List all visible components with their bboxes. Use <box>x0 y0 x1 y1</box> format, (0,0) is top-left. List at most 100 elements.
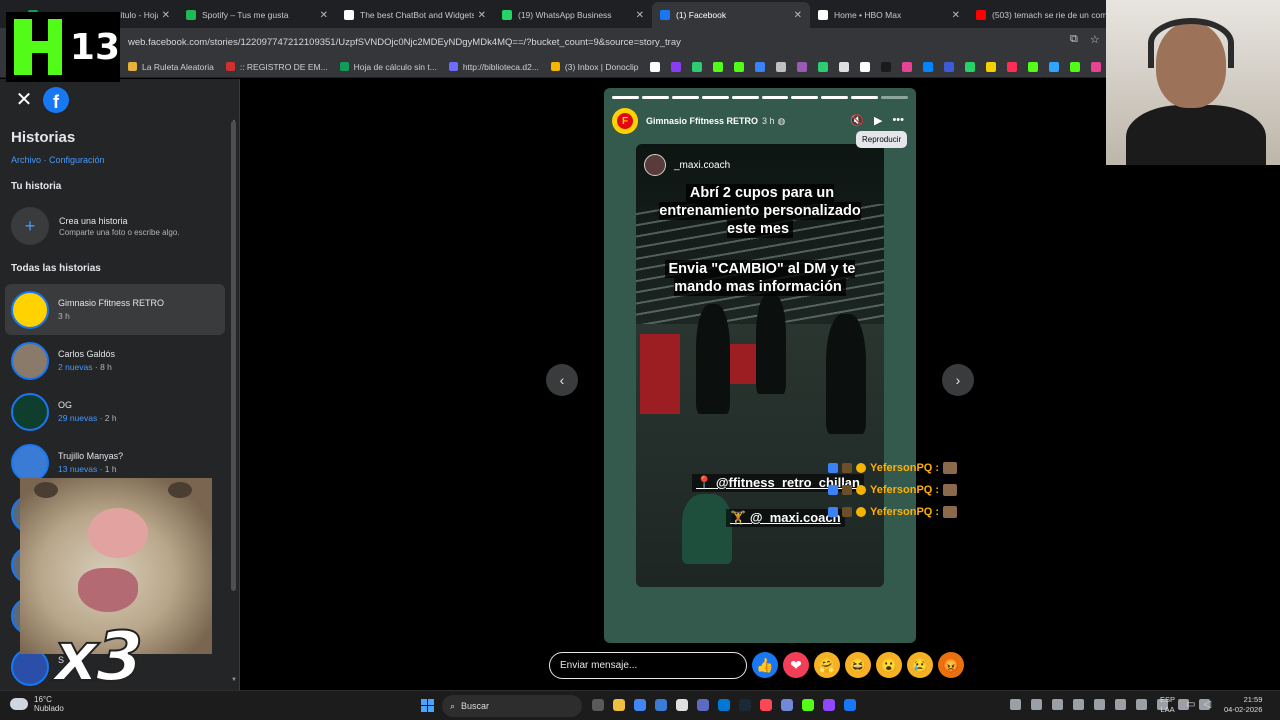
taskbar-app-icon[interactable] <box>697 699 709 711</box>
bookmark-icon[interactable] <box>776 61 787 72</box>
bookmark-icon[interactable] <box>923 61 934 72</box>
bookmark-icon[interactable] <box>650 61 661 72</box>
bookmark-item[interactable]: Hoja de cálculo sin t... <box>339 62 437 72</box>
chevron-left-icon: ‹ <box>559 372 565 388</box>
bookmark-icon[interactable] <box>881 61 892 72</box>
more-options-icon[interactable]: ••• <box>892 114 904 127</box>
play-icon[interactable]: ▶ <box>874 114 882 127</box>
angry-icon[interactable]: 😡 <box>938 652 964 678</box>
clock[interactable]: 21:59 04-02-2026 <box>1224 695 1262 715</box>
bookmark-icon[interactable] <box>818 61 829 72</box>
bookmark-item[interactable]: :: REGISTRO DE EM... <box>225 62 328 72</box>
close-tab-icon[interactable]: ✕ <box>478 10 486 21</box>
taskbar-app-icon[interactable] <box>613 699 625 711</box>
create-story-button[interactable]: + Crea una historia Comparte una foto o … <box>11 207 180 245</box>
system-icons[interactable]: ▭ ◁ <box>1186 699 1211 710</box>
sad-icon[interactable]: 😢 <box>907 652 933 678</box>
bookmark-icon[interactable] <box>713 61 724 72</box>
tray-icon[interactable] <box>1031 699 1042 710</box>
install-app-icon[interactable]: ⧉ <box>1070 33 1078 46</box>
taskbar-search[interactable]: ⌕ Buscar <box>442 695 582 717</box>
tab-title: Spotify – Tus me gusta <box>202 10 289 20</box>
story-page-name[interactable]: Gimnasio Ffitness RETRO <box>646 116 758 126</box>
taskbar-app-icon[interactable] <box>781 699 793 711</box>
tray-icon[interactable] <box>1073 699 1084 710</box>
browser-tab[interactable]: (19) WhatsApp Business ✕ <box>494 2 652 28</box>
media-author: _maxi.coach <box>644 154 730 176</box>
taskbar-app-icon[interactable] <box>823 699 835 711</box>
page-avatar[interactable]: F <box>612 108 638 134</box>
browser-tab[interactable]: (1) Facebook ✕ <box>652 2 810 28</box>
like-icon[interactable]: 👍 <box>752 652 778 678</box>
haha-icon[interactable]: 😆 <box>845 652 871 678</box>
weather-widget[interactable]: 16°C Nublado <box>10 695 64 713</box>
wow-icon[interactable]: 😮 <box>876 652 902 678</box>
story-list-item[interactable]: Gimnasio Ffitness RETRO 3 h <box>5 284 225 335</box>
taskbar-app-icon[interactable] <box>739 699 751 711</box>
sidebar-scrollbar[interactable] <box>231 121 236 591</box>
previous-story-button[interactable]: ‹ <box>546 364 578 396</box>
bookmark-icon[interactable] <box>986 61 997 72</box>
tray-icon[interactable] <box>1052 699 1063 710</box>
address-bar[interactable]: web.facebook.com/stories/122097747212109… <box>120 31 1110 53</box>
bookmark-item[interactable]: La Ruleta Aleatoria <box>128 62 214 72</box>
care-icon[interactable]: 🤗 <box>814 652 840 678</box>
close-tab-icon[interactable]: ✕ <box>794 10 802 21</box>
close-tab-icon[interactable]: ✕ <box>636 10 644 21</box>
taskbar-app-icon[interactable] <box>718 699 730 711</box>
tray-icon[interactable] <box>1010 699 1021 710</box>
browser-tab[interactable]: Home • HBO Max ✕ <box>810 2 968 28</box>
bookmark-icon[interactable] <box>839 61 850 72</box>
archive-link[interactable]: Archivo <box>11 155 41 165</box>
love-icon[interactable]: ❤ <box>783 652 809 678</box>
message-input[interactable]: Enviar mensaje... <box>549 652 747 679</box>
bookmark-icon[interactable] <box>1091 61 1102 72</box>
bookmark-item[interactable]: http://biblioteca.d2... <box>448 62 539 72</box>
bookmark-icon[interactable] <box>692 61 703 72</box>
bookmark-icon[interactable] <box>1028 61 1039 72</box>
tray-icon[interactable] <box>1094 699 1105 710</box>
browser-tab[interactable]: Spotify – Tus me gusta ✕ <box>178 2 336 28</box>
mention-text: @_maxi.coach <box>749 510 841 525</box>
close-tab-icon[interactable]: ✕ <box>162 10 170 21</box>
close-icon[interactable]: ✕ <box>12 87 36 111</box>
taskbar-app-icon[interactable] <box>760 699 772 711</box>
browser-tab[interactable]: The best ChatBot and Widgets ✕ <box>336 2 494 28</box>
bookmark-icon[interactable] <box>860 61 871 72</box>
mute-icon[interactable]: 🔇 <box>850 114 864 127</box>
next-story-button[interactable]: › <box>942 364 974 396</box>
bookmark-icon[interactable] <box>755 61 766 72</box>
taskbar-app-icon[interactable] <box>634 699 646 711</box>
facebook-logo-icon[interactable]: f <box>43 87 69 113</box>
bookmark-icon[interactable] <box>944 61 955 72</box>
taskbar-app-icon[interactable] <box>844 699 856 711</box>
language-indicator[interactable]: ESP LAA <box>1160 695 1175 715</box>
mention-tag[interactable]: 🏋 @_maxi.coach <box>726 509 845 527</box>
bookmark-item[interactable]: (3) Inbox | Donoclip <box>550 62 638 72</box>
close-tab-icon[interactable]: ✕ <box>320 10 328 21</box>
bookmark-icon[interactable] <box>902 61 913 72</box>
bookmark-star-icon[interactable]: ☆ <box>1090 33 1100 46</box>
tray-icon[interactable] <box>1115 699 1126 710</box>
bookmark-icon[interactable] <box>1070 61 1081 72</box>
story-list-item[interactable]: OG 29 nuevas · 2 h <box>5 386 225 437</box>
weather-text: Nublado <box>34 704 64 713</box>
taskbar-app-icon[interactable] <box>802 699 814 711</box>
story-list-item[interactable]: Carlos Galdós 2 nuevas · 8 h <box>5 335 225 386</box>
close-tab-icon[interactable]: ✕ <box>952 10 960 21</box>
settings-link[interactable]: Configuración <box>49 155 105 165</box>
bookmark-icon[interactable] <box>1049 61 1060 72</box>
start-button[interactable] <box>421 699 434 712</box>
bookmark-icon[interactable] <box>965 61 976 72</box>
scroll-down-icon[interactable]: ▼ <box>231 677 237 683</box>
taskbar-app-icon[interactable] <box>676 699 688 711</box>
story-media[interactable]: _maxi.coach Abrí 2 cupos para un entrena… <box>636 144 884 587</box>
browser-tab[interactable]: (503) temach se rie de un com✕ <box>968 2 1126 28</box>
bookmark-icon[interactable] <box>734 61 745 72</box>
taskbar-app-icon[interactable] <box>592 699 604 711</box>
bookmark-icon[interactable] <box>1007 61 1018 72</box>
bookmark-icon[interactable] <box>797 61 808 72</box>
taskbar-app-icon[interactable] <box>655 699 667 711</box>
bookmark-icon[interactable] <box>671 61 682 72</box>
tray-icon[interactable] <box>1136 699 1147 710</box>
